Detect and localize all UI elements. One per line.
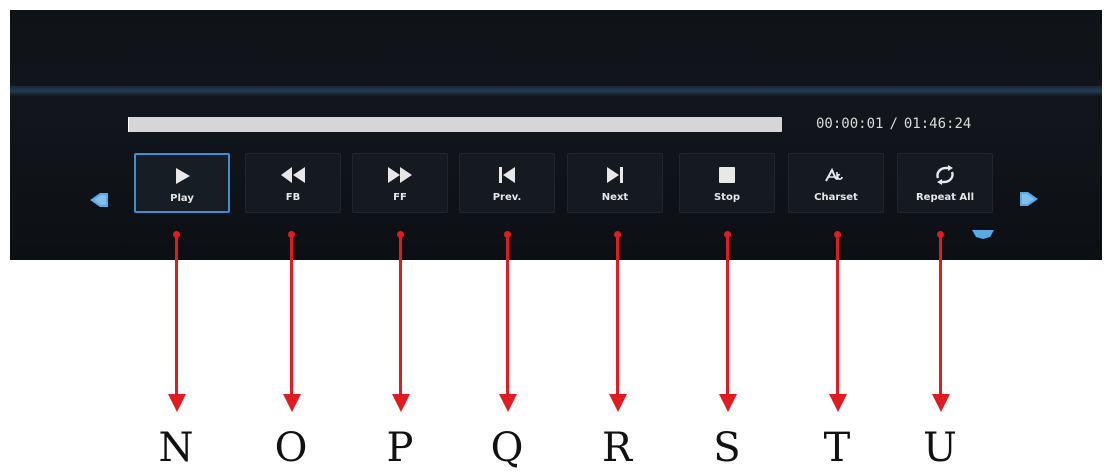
fast-backward-label: FB: [285, 192, 301, 203]
skip-next-icon: [568, 164, 662, 186]
panel-divider: [10, 86, 1102, 96]
fast-forward-button[interactable]: FF: [352, 153, 448, 213]
total-time: 01:46:24: [903, 116, 972, 132]
play-icon: [136, 165, 228, 187]
charset-button[interactable]: Charset: [788, 153, 884, 213]
progress-bar[interactable]: [128, 117, 782, 132]
arrow-down-icon[interactable]: [970, 225, 996, 244]
previous-label: Prev.: [492, 192, 522, 203]
callout-letter-p: P: [386, 425, 414, 471]
callout-letter-s: S: [713, 425, 741, 471]
callout-letter-o: O: [274, 425, 308, 471]
skip-previous-icon: [460, 164, 554, 186]
stop-button[interactable]: Stop: [679, 153, 775, 213]
fast-forward-label: FF: [393, 192, 407, 203]
next-label: Next: [601, 192, 629, 203]
charset-icon: [789, 164, 883, 186]
time-separator: /: [889, 116, 898, 132]
previous-button[interactable]: Prev.: [459, 153, 555, 213]
charset-label: Charset: [814, 192, 858, 203]
repeat-all-label: Repeat All: [915, 192, 975, 203]
arrow-right-icon[interactable]: [1018, 191, 1040, 211]
figure: 00:00:01 / 01:46:24 Play FB FF Prev. Next …: [0, 0, 1105, 472]
callout-letter-t: T: [823, 425, 851, 471]
arrow-left-icon[interactable]: [88, 192, 110, 212]
fast-backward-icon: [246, 164, 340, 186]
callout-letter-r: R: [601, 425, 633, 471]
fast-backward-button[interactable]: FB: [245, 153, 341, 213]
next-button[interactable]: Next: [567, 153, 663, 213]
play-button[interactable]: Play: [134, 153, 230, 213]
repeat-all-button[interactable]: Repeat All: [897, 153, 993, 213]
callout-letter-q: Q: [490, 425, 524, 471]
stop-label: Stop: [713, 192, 740, 203]
callout-letter-n: N: [158, 425, 194, 471]
time-readout: 00:00:01 / 01:46:24: [816, 116, 971, 132]
callout-letter-u: U: [923, 425, 957, 471]
current-time: 00:00:01: [816, 116, 884, 132]
play-label: Play: [170, 193, 194, 204]
stop-icon: [680, 164, 774, 186]
fast-forward-icon: [353, 164, 447, 186]
media-player-panel: [10, 10, 1102, 260]
repeat-icon: [898, 164, 992, 186]
